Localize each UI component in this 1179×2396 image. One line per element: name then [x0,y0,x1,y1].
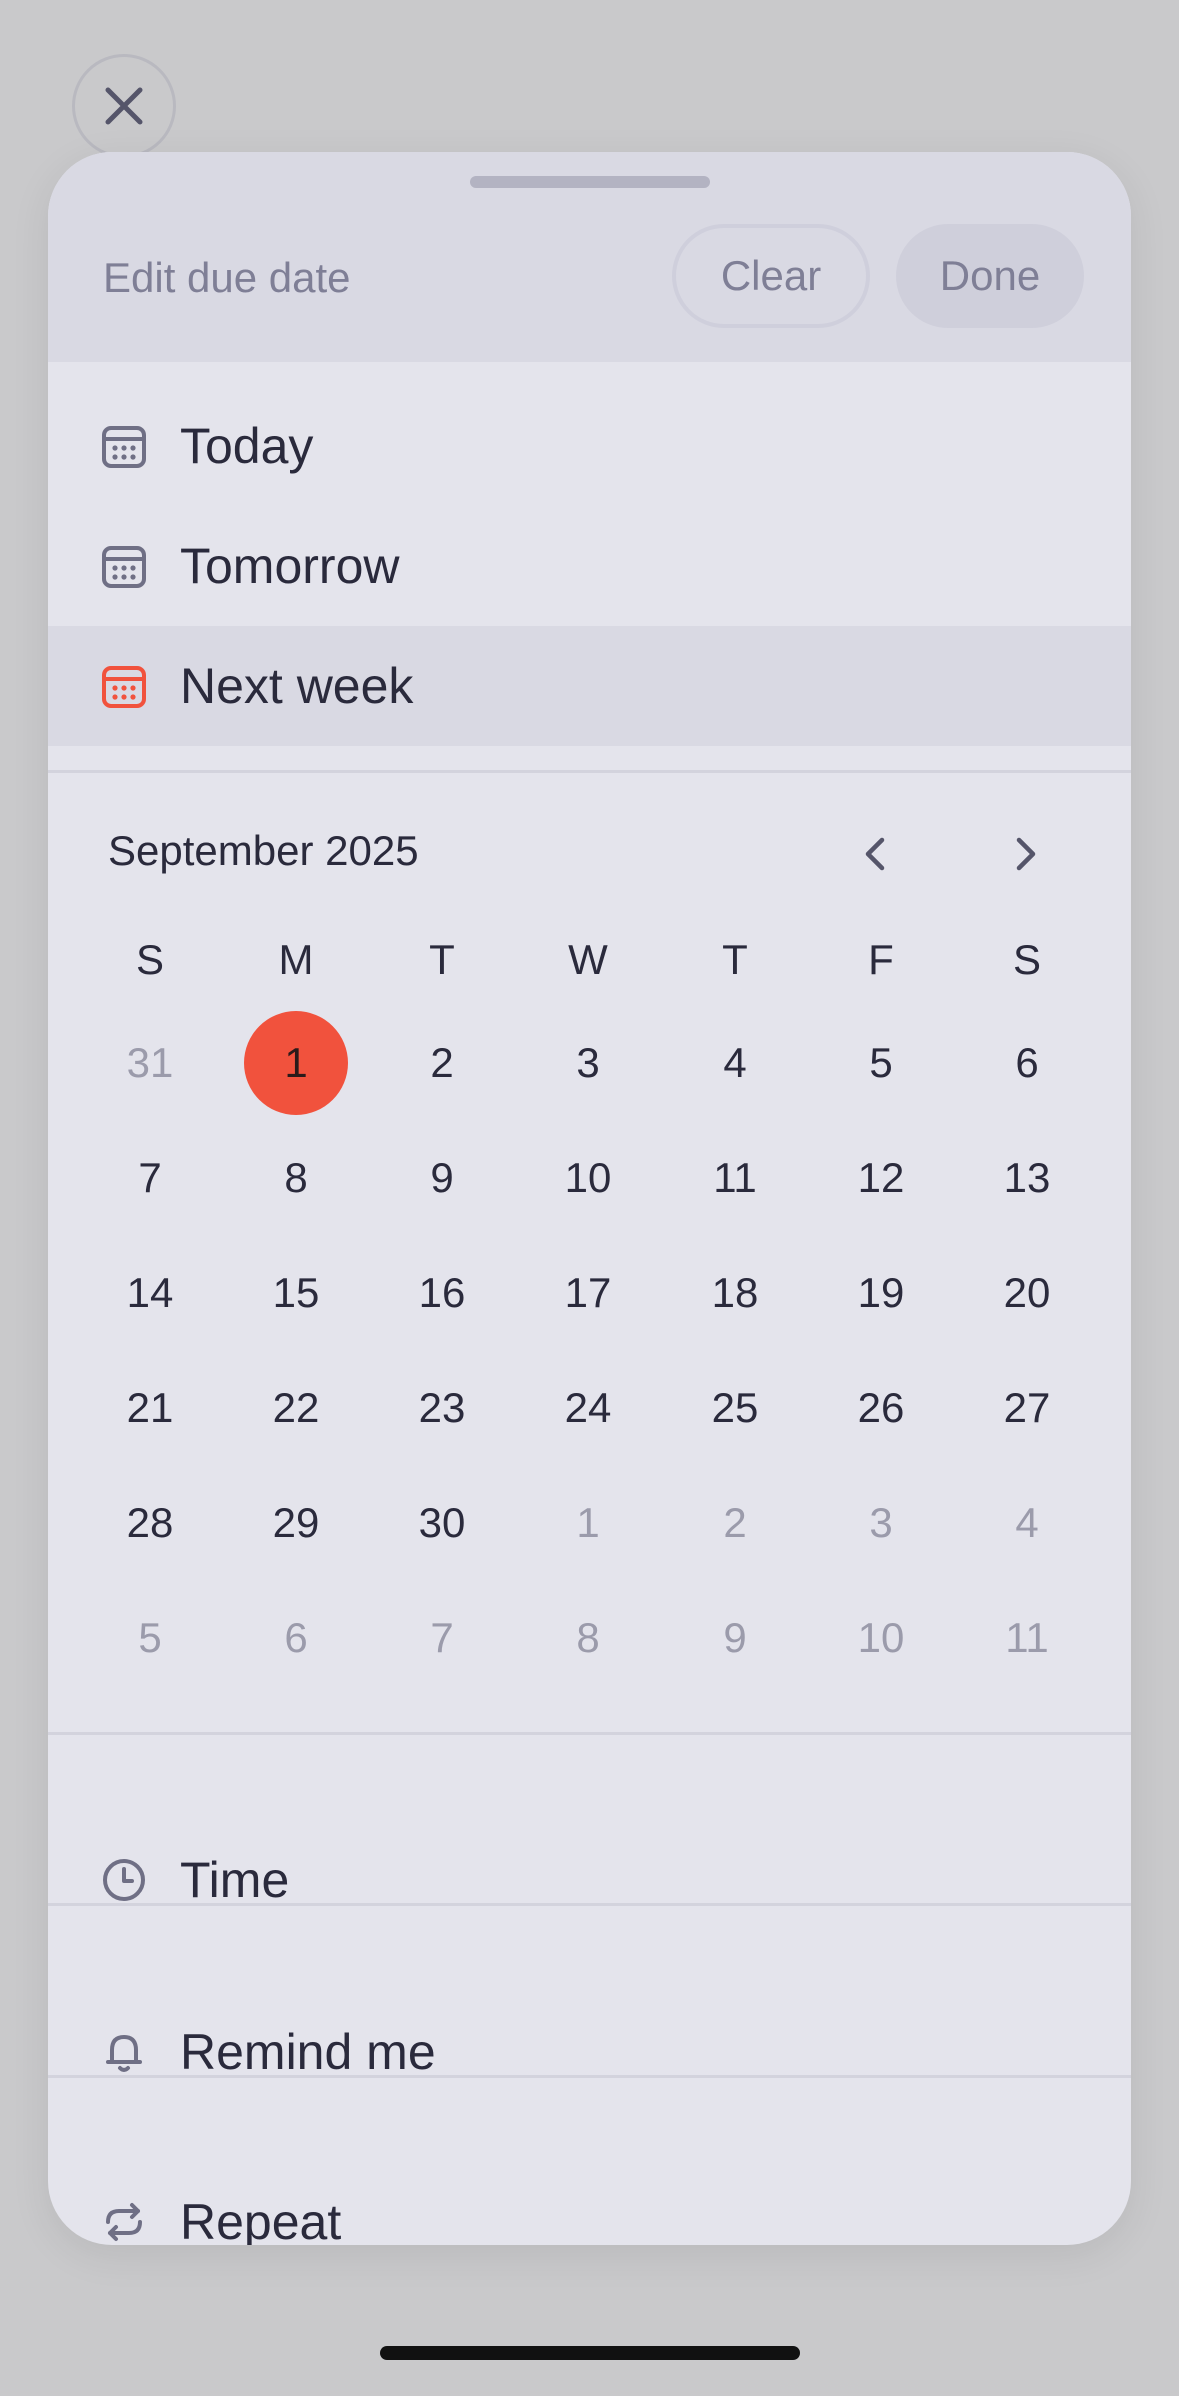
calendar-day[interactable]: 12 [826,1126,936,1230]
weekday-header: S [1012,936,1041,983]
weekday-header: T [722,936,748,983]
calendar-day[interactable]: 4 [680,1011,790,1115]
weekday-header: S [135,936,164,983]
calendar-day[interactable]: 4 [972,1471,1082,1575]
weekday-header: M [278,936,314,983]
calendar-day[interactable]: 11 [972,1586,1082,1690]
calendar-day[interactable]: 23 [387,1356,497,1460]
calendar-day[interactable]: 2 [387,1011,497,1115]
due-date-sheet: Edit due date Clear Done Today Tomorrow [48,152,1131,2245]
repeat-label: Repeat [180,2194,342,2245]
calendar-day[interactable]: 26 [826,1356,936,1460]
calendar-day[interactable]: 8 [241,1126,351,1230]
calendar-day[interactable]: 7 [387,1586,497,1690]
calendar-day[interactable]: 21 [95,1356,205,1460]
time-label: Time [180,1852,290,1908]
calendar-day[interactable]: 28 [95,1471,205,1575]
calendar-day[interactable]: 11 [680,1126,790,1230]
close-button[interactable] [72,54,176,158]
calendar-day[interactable]: 3 [826,1471,936,1575]
calendar-day[interactable]: 1 [533,1471,643,1575]
time-row[interactable]: Time [48,1820,1131,1940]
calendar-day[interactable]: 30 [387,1471,497,1575]
calendar-day[interactable]: 9 [680,1586,790,1690]
home-indicator [380,2346,800,2360]
calendar-day[interactable]: 17 [533,1241,643,1345]
close-icon [105,87,143,125]
calendar-day-selected[interactable]: 1 [241,1011,351,1115]
remind-me-label: Remind me [180,2024,436,2080]
calendar-day[interactable]: 5 [826,1011,936,1115]
calendar-day[interactable]: 25 [680,1356,790,1460]
divider [48,2075,1131,2078]
bell-icon [100,2028,148,2076]
calendar-day[interactable]: 3 [533,1011,643,1115]
calendar-day[interactable]: 19 [826,1241,936,1345]
calendar-day[interactable]: 6 [972,1011,1082,1115]
weekday-header: W [568,936,608,983]
calendar-day[interactable]: 16 [387,1241,497,1345]
remind-me-row[interactable]: Remind me [48,1992,1131,2112]
calendar-day[interactable]: 14 [95,1241,205,1345]
calendar-day[interactable]: 20 [972,1241,1082,1345]
calendar-day[interactable]: 29 [241,1471,351,1575]
repeat-icon [100,2198,148,2245]
calendar-day[interactable]: 31 [95,1011,205,1115]
divider [48,1732,1131,1735]
calendar-day[interactable]: 10 [826,1586,936,1690]
repeat-row[interactable]: Repeat [48,2162,1131,2245]
calendar-day[interactable]: 6 [241,1586,351,1690]
calendar-day[interactable]: 2 [680,1471,790,1575]
divider [48,1903,1131,1906]
weekday-header: F [868,936,894,983]
calendar-day[interactable]: 5 [95,1586,205,1690]
calendar-day[interactable]: 24 [533,1356,643,1460]
calendar-day[interactable]: 18 [680,1241,790,1345]
calendar-day[interactable]: 9 [387,1126,497,1230]
calendar-day[interactable]: 27 [972,1356,1082,1460]
calendar-day[interactable]: 22 [241,1356,351,1460]
calendar-day[interactable]: 8 [533,1586,643,1690]
calendar-day[interactable]: 13 [972,1126,1082,1230]
calendar-day[interactable]: 10 [533,1126,643,1230]
calendar-day[interactable]: 15 [241,1241,351,1345]
weekday-header: T [429,936,455,983]
calendar-day[interactable]: 7 [95,1126,205,1230]
clock-icon [100,1856,148,1904]
